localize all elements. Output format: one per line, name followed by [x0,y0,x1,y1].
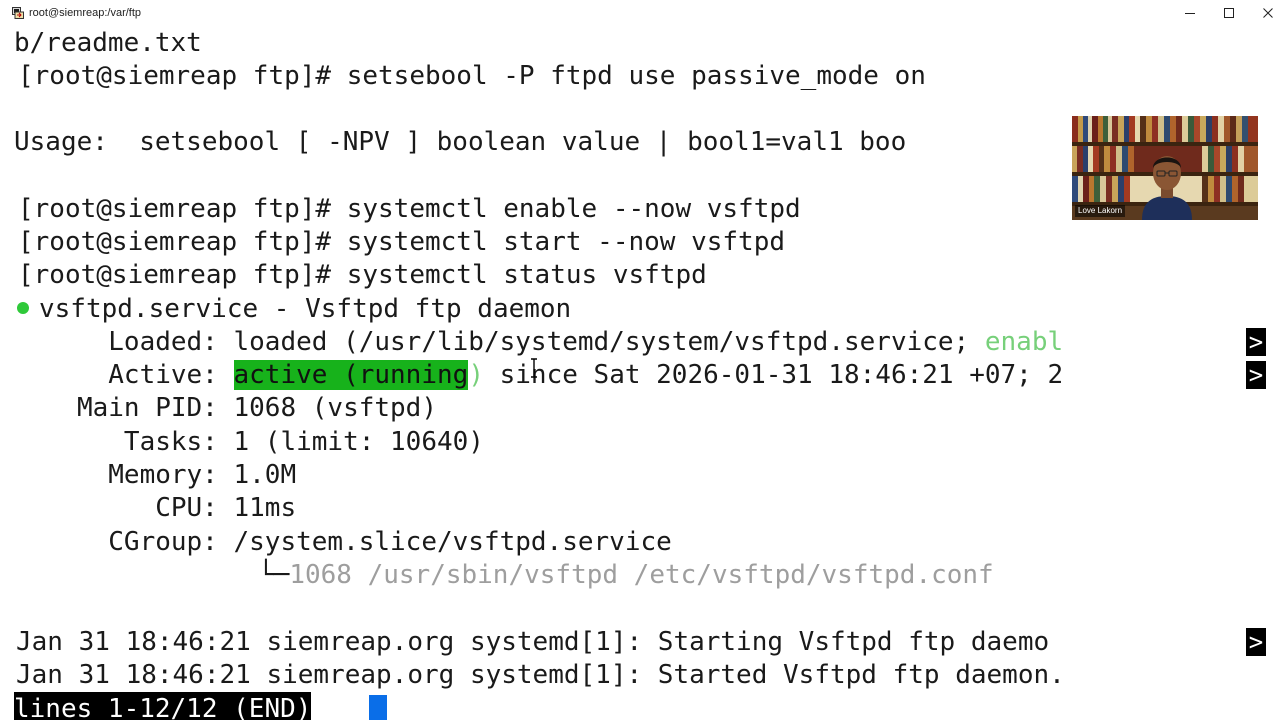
loaded-enabled-text: enabl [984,327,1064,357]
service-header-line: vsftpd.service - Vsftpd ftp daemon [17,293,571,326]
participant-name: Love Lakorn [1075,205,1126,217]
terminal-command-line: [root@siemreap ftp]# setsebool -P ftpd u… [18,61,926,91]
tasks-line: Tasks: 1 (limit: 10640) [30,427,484,457]
cgroup-process-line: └─1068 /usr/sbin/vsftpd /etc/vsftpd/vsft… [258,559,994,592]
maximize-button[interactable] [1210,0,1248,26]
loaded-value: loaded (/usr/lib/systemd/system/vsftpd.s… [233,327,985,357]
minimize-icon [1185,13,1195,14]
close-button[interactable] [1249,0,1280,26]
active-state-selected: active (running [233,360,469,390]
ibeam-cursor-icon [531,358,537,378]
memory-line: Memory: 1.0M [30,460,297,490]
active-label: Active: [30,360,234,390]
terminal-usage-line: Usage: setsebool [ -NPV ] boolean value … [14,127,907,157]
cpu-line: CPU: 11ms [30,493,297,523]
line-overflow-marker: > [1246,328,1266,356]
bookshelf-row [1072,116,1258,142]
line-overflow-marker: > [1246,361,1266,389]
active-state-paren: ) [468,360,484,390]
cgroup-process: 1068 /usr/sbin/vsftpd /etc/vsftpd/vsftpd… [289,560,994,590]
pager-status: lines 1-12/12 (END) [14,692,312,720]
loaded-line: Loaded: loaded (/usr/lib/systemd/system/… [30,326,1063,359]
terminal-command-line: [root@siemreap ftp]# systemctl status vs… [18,260,707,290]
loaded-label: Loaded: [30,327,234,357]
text-cursor [369,695,387,720]
putty-terminal-icon [12,6,24,19]
main-pid-line: Main PID: 1068 (vsftpd) [30,393,437,423]
active-line: Active: active (running) since Sat 2026-… [30,359,1063,392]
window-titlebar[interactable]: root@siemreap:/var/ftp [0,0,1280,26]
terminal-line: b/readme.txt [14,28,202,58]
service-name: vsftpd.service - Vsftpd ftp daemon [39,294,572,324]
video-call-overlay[interactable]: Love Lakorn [1072,116,1258,220]
terminal-command-line: [root@siemreap ftp]# systemctl enable --… [18,194,801,224]
line-overflow-marker: > [1246,628,1266,656]
cgroup-line: CGroup: /system.slice/vsftpd.service [30,527,672,557]
active-since: since Sat 2026-01-31 18:46:21 +07; 2 [483,360,1064,390]
log-line: Jan 31 18:46:21 siemreap.org systemd[1]:… [16,627,1050,657]
participant-avatar [1142,156,1192,220]
log-line: Jan 31 18:46:21 siemreap.org systemd[1]:… [16,660,1065,690]
terminal-command-line: [root@siemreap ftp]# systemctl start --n… [18,227,786,257]
close-icon [1263,8,1273,18]
minimize-button[interactable] [1171,0,1209,26]
status-dot-icon [17,301,29,314]
maximize-icon [1224,8,1234,18]
tree-branch: └─ [258,560,290,590]
window-title: root@siemreap:/var/ftp [29,7,142,19]
